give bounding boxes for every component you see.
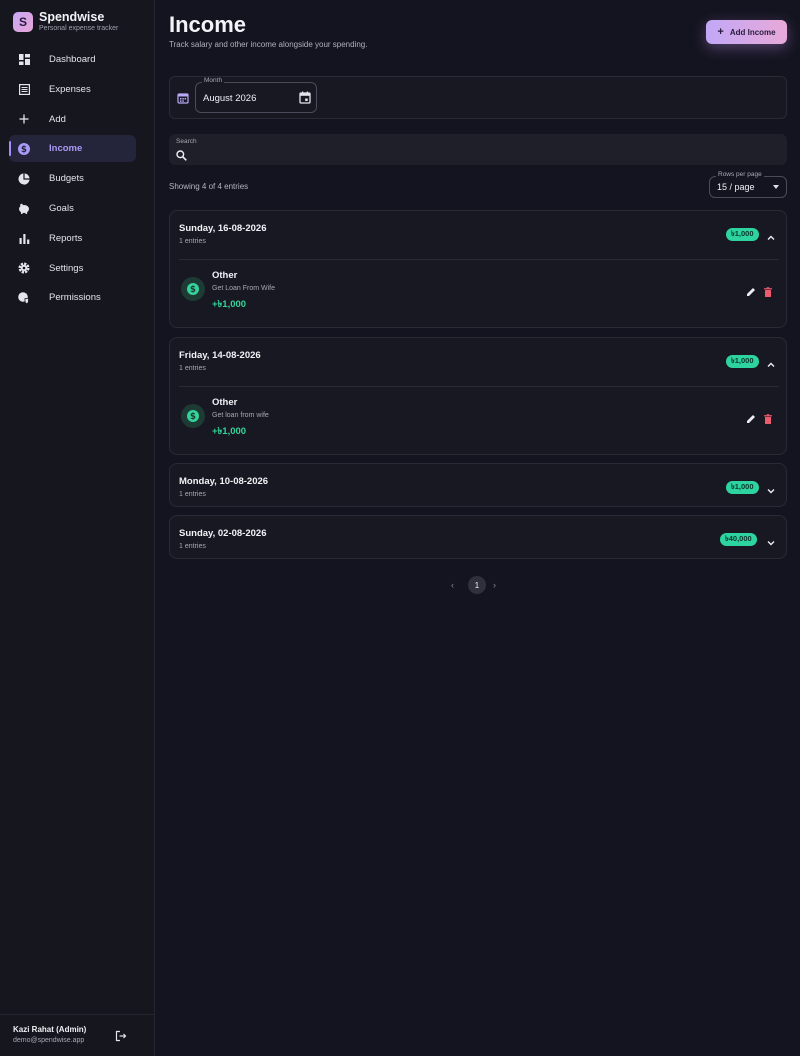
divider: [179, 386, 779, 387]
group-date: Sunday, 02-08-2026: [179, 528, 267, 539]
group-count: 1 entries: [179, 365, 206, 372]
calendar-icon[interactable]: [299, 91, 311, 109]
gear-icon: [18, 262, 30, 274]
date-group: Friday, 14-08-2026 1 entries ৳1,000 $ Ot…: [169, 337, 787, 455]
edit-icon[interactable]: [746, 284, 756, 302]
app-tagline: Personal expense tracker: [39, 25, 119, 32]
sidebar-nav: Dashboard Expenses Add $ Income Budgets: [9, 46, 136, 314]
month-label: Month: [202, 77, 225, 84]
group-count: 1 entries: [179, 238, 206, 245]
sidebar-item-label: Add: [49, 113, 66, 125]
dollar-circle-icon: $: [181, 277, 205, 301]
prev-page-button[interactable]: ‹: [451, 580, 454, 590]
edit-icon[interactable]: [746, 411, 756, 429]
add-income-label: Add Income: [729, 27, 776, 37]
date-group: Sunday, 16-08-2026 1 entries ৳1,000 $ Ot…: [169, 210, 787, 328]
sidebar-item-add[interactable]: Add: [9, 106, 136, 133]
next-page-button[interactable]: ›: [493, 580, 496, 590]
sidebar-item-reports[interactable]: Reports: [9, 225, 136, 252]
sidebar-item-label: Permissions: [49, 292, 101, 304]
user-name: Kazi Rahat (Admin): [13, 1025, 87, 1034]
group-total-badge: ৳40,000: [720, 533, 757, 546]
sidebar-item-goals[interactable]: Goals: [9, 195, 136, 222]
entries-count: Showing 4 of 4 entries: [169, 182, 249, 191]
month-value: August 2026: [203, 93, 257, 104]
sidebar-item-label: Income: [49, 143, 83, 155]
sidebar-item-label: Settings: [49, 262, 84, 274]
main-content: Income Track salary and other income alo…: [155, 0, 800, 1056]
sidebar-item-label: Budgets: [49, 173, 84, 185]
rows-per-page-select[interactable]: Rows per page 15 / page: [709, 171, 787, 198]
plus-icon: +: [717, 26, 724, 38]
chevron-down-icon[interactable]: [766, 535, 776, 546]
list-icon: [18, 83, 30, 95]
rows-per-page-value: 15 / page: [717, 182, 755, 192]
group-count: 1 entries: [179, 543, 206, 550]
group-date: Sunday, 16-08-2026: [179, 223, 267, 234]
svg-text:$: $: [190, 412, 196, 422]
group-count: 1 entries: [179, 491, 206, 498]
entry-amount: +৳1,000: [212, 426, 247, 437]
dollar-circle-icon: $: [18, 142, 30, 155]
search-input[interactable]: Search: [169, 134, 787, 165]
group-total-badge: ৳1,000: [726, 481, 759, 494]
chevron-down-icon[interactable]: [766, 483, 776, 494]
chevron-up-icon[interactable]: [766, 230, 776, 240]
group-date: Friday, 14-08-2026: [179, 350, 261, 361]
entry-category: Other: [212, 397, 238, 408]
app-name: Spendwise: [39, 10, 105, 24]
sidebar-item-budgets[interactable]: Budgets: [9, 165, 136, 192]
delete-icon[interactable]: [763, 284, 773, 302]
sidebar-item-expenses[interactable]: Expenses: [9, 76, 136, 103]
sidebar: S Spendwise Personal expense tracker Das…: [0, 0, 155, 1056]
svg-text:$: $: [21, 145, 27, 155]
pagination: ‹ 1 ›: [447, 576, 507, 594]
add-income-button[interactable]: + Add Income: [706, 20, 787, 44]
page-title: Income: [169, 12, 247, 37]
date-group[interactable]: Monday, 10-08-2026 1 entries ৳1,000: [169, 463, 787, 507]
sidebar-item-label: Dashboard: [49, 54, 96, 65]
logout-icon[interactable]: [115, 1029, 127, 1042]
entry-note: Get Loan From Wife: [212, 285, 276, 292]
page-subtitle: Track salary and other income alongside …: [169, 40, 368, 49]
plus-icon: [18, 113, 30, 125]
page-button[interactable]: 1: [468, 576, 486, 594]
month-picker[interactable]: Month August 2026: [195, 77, 317, 113]
calendar-icon: [177, 91, 189, 109]
search-icon: [176, 148, 187, 166]
chevron-up-icon[interactable]: [766, 357, 776, 367]
entry-amount: +৳1,000: [212, 299, 247, 310]
group-total-badge: ৳1,000: [726, 355, 759, 368]
date-group[interactable]: Sunday, 02-08-2026 1 entries ৳40,000: [169, 515, 787, 559]
sidebar-item-dashboard[interactable]: Dashboard: [9, 46, 136, 73]
entry-note: Get loan from wife: [212, 412, 269, 419]
pie-chart-icon: [18, 173, 30, 185]
dollar-circle-icon: $: [181, 404, 205, 428]
dashboard-icon: [18, 54, 30, 66]
sidebar-item-label: Goals: [49, 202, 74, 214]
brand-logo: S: [13, 11, 33, 32]
user-shield-icon: [18, 292, 30, 304]
piggy-bank-icon: [18, 202, 30, 214]
svg-text:$: $: [190, 285, 196, 295]
sidebar-item-permissions[interactable]: Permissions: [9, 284, 136, 311]
sidebar-item-settings[interactable]: Settings: [9, 255, 136, 282]
sidebar-item-label: Expenses: [49, 83, 91, 95]
rows-per-page-label: Rows per page: [716, 171, 764, 178]
group-total-badge: ৳1,000: [726, 228, 759, 241]
user-panel: Kazi Rahat (Admin) demo@spendwise.app: [0, 1014, 155, 1056]
caret-down-icon: [773, 185, 779, 189]
sidebar-item-income[interactable]: $ Income: [9, 135, 136, 163]
delete-icon[interactable]: [763, 411, 773, 429]
bar-chart-icon: [18, 232, 30, 244]
brand[interactable]: S Spendwise Personal expense tracker: [13, 10, 118, 33]
divider: [179, 259, 779, 260]
sidebar-item-label: Reports: [49, 232, 83, 244]
search-label: Search: [176, 138, 197, 145]
entry-category: Other: [212, 270, 238, 281]
group-date: Monday, 10-08-2026: [179, 476, 269, 487]
month-filter-panel: Month August 2026: [169, 76, 787, 119]
user-email: demo@spendwise.app: [13, 1037, 85, 1044]
